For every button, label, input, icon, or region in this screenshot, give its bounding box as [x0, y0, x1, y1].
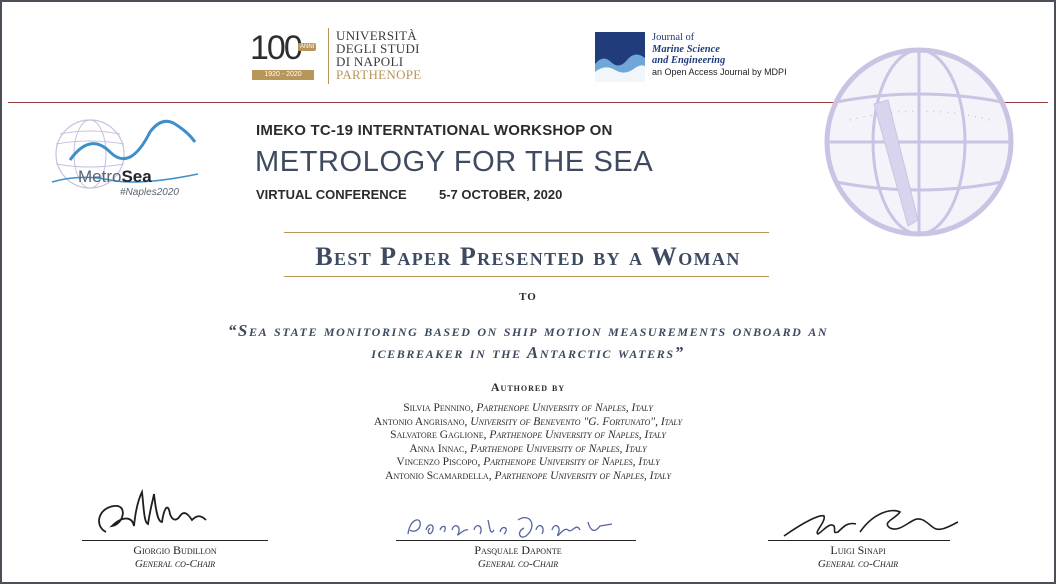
paper-title-line: “Sea state monitoring based on ship moti…	[227, 321, 829, 340]
signatory-role: General co-Chair	[134, 558, 216, 570]
certificate: 100 ANNI 1920 - 2020 UNIVERSITÀ DEGLI ST…	[0, 0, 1056, 584]
jmse-title: Journal of Marine Science and Engineerin…	[652, 32, 787, 78]
signatory-role: General co-Chair	[477, 558, 559, 570]
signatory-name: Pasquale Daponte	[474, 543, 562, 557]
signatory-name: Luigi Sinapi	[830, 543, 886, 557]
unina-separator	[328, 28, 329, 84]
metrosea-wordmark: MetroSea	[78, 167, 152, 187]
author-name: Vincenzo Piscopo,	[396, 456, 484, 469]
paper-title-line: icebreaker in the Antarctic waters”	[371, 343, 685, 362]
jmse-line: Journal of	[652, 32, 695, 43]
author-affiliation: Parthenope University of Naples, Italy	[494, 469, 671, 482]
metrosea-light: Metro	[78, 167, 122, 186]
centenary-years: 1920 - 2020	[252, 70, 314, 80]
jmse-wave-icon	[595, 32, 645, 82]
authored-by-label: Authored by	[490, 380, 566, 394]
author-affiliation: Parthenope University of Naples, Italy	[483, 456, 660, 469]
author-affiliation: Parthenope University of Naples, Italy	[470, 442, 647, 455]
unina-centenary-logo: 100 ANNI 1920 - 2020	[250, 30, 320, 82]
author-line: Antonio Scamardella, Parthenope Universi…	[2, 470, 1054, 484]
author-line: Antonio Angrisano, University of Beneven…	[2, 416, 1054, 430]
signatory-name: Giorgio Budillon	[133, 543, 217, 557]
centenary-anni: ANNI	[298, 43, 317, 51]
signatory-role: General co-Chair	[817, 558, 899, 570]
author-name: Anna Innac,	[409, 442, 471, 455]
award-rule-top	[284, 232, 769, 233]
author-list: Silvia Pennino, Parthenope University of…	[2, 402, 1054, 484]
signature-line	[768, 540, 950, 541]
author-line: Anna Innac, Parthenope University of Nap…	[2, 443, 1054, 457]
author-name: Antonio Angrisano,	[373, 415, 471, 428]
signature-line	[82, 540, 268, 541]
author-name: Silvia Pennino,	[403, 402, 477, 414]
centenary-number: 100	[250, 29, 303, 67]
unina-parthenope: PARTHENOPE	[336, 67, 422, 82]
conference-format: VIRTUAL CONFERENCE	[256, 187, 407, 202]
author-line: Vincenzo Piscopo, Parthenope University …	[2, 456, 1054, 470]
author-affiliation: Parthenope University of Naples, Italy	[489, 429, 666, 442]
metrosea-bold: Sea	[121, 167, 152, 186]
author-affiliation: University of Benevento "G. Fortunato", …	[470, 415, 683, 428]
sinapi-signature	[783, 509, 959, 537]
award-title: Best Paper Presented by a Woman	[315, 242, 741, 271]
award-to: TO	[519, 291, 537, 303]
jmse-line: Marine Science	[652, 43, 720, 55]
event-title: METROLOGY FOR THE SEA	[255, 146, 654, 178]
author-name: Salvatore Gaglione,	[390, 429, 490, 442]
author-line: Silvia Pennino, Parthenope University of…	[2, 402, 1054, 416]
author-name: Antonio Scamardella,	[385, 469, 495, 482]
daponte-signature	[407, 517, 613, 538]
author-line: Salvatore Gaglione, Parthenope Universit…	[2, 429, 1054, 443]
workshop-heading: IMEKO TC-19 INTERNTATIONAL WORKSHOP ON	[256, 122, 613, 139]
conference-dates: 5-7 OCTOBER, 2020	[439, 187, 563, 202]
award-rule-bottom	[284, 276, 769, 277]
jmse-subtitle: an Open Access Journal by MDPI	[652, 66, 787, 77]
paper-title: “Sea state monitoring based on ship moti…	[2, 320, 1054, 364]
unina-name: UNIVERSITÀ DEGLI STUDI DI NAPOLI PARTHEN…	[336, 29, 422, 81]
signature-line	[396, 540, 636, 541]
jmse-line: and Engineering	[652, 55, 726, 66]
budillon-signature	[98, 488, 207, 533]
metrosea-hashtag: #Naples2020	[120, 187, 179, 198]
compass-globe-icon	[824, 47, 1014, 237]
author-affiliation: Parthenope University of Naples, Italy	[476, 402, 653, 414]
